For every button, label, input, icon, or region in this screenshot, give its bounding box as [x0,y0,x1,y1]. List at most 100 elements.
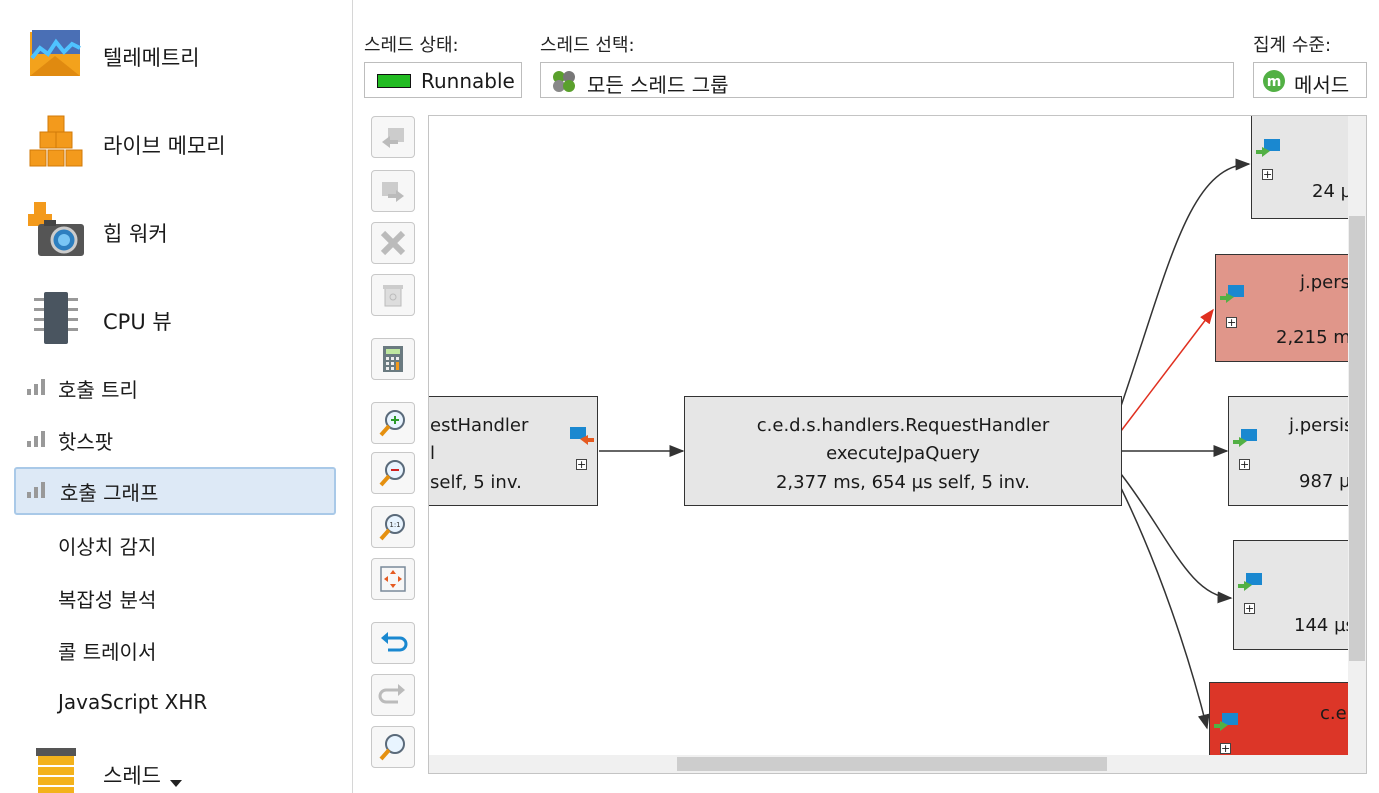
graph-node-callee-4[interactable]: + 144 µs [1233,540,1366,650]
graph-edge [1120,487,1210,730]
runnable-color-icon [377,74,411,88]
sidebar-item-label: 콜 트레이서 [58,640,157,664]
expand-node-button[interactable]: + [1226,317,1237,328]
redo-button[interactable] [371,674,415,716]
horizontal-scrollbar[interactable] [429,755,1348,773]
sidebar-item-telemetry[interactable]: 텔레메트리 [0,14,352,94]
expand-node-button[interactable]: + [576,459,587,470]
sidebar-item-label: 핫스팟 [58,430,114,454]
zoom-out-icon [379,460,405,487]
bar-chart-icon [27,431,45,447]
sidebar-item-label: 호출 트리 [58,378,138,402]
node-method-name: executeJpaQuery [826,443,980,464]
trash-icon [383,285,403,307]
call-graph-canvas[interactable]: estHandler l self, 5 inv. + c.e.d.s.hand… [428,115,1367,774]
sidebar-item-javascript-xhr[interactable]: JavaScript XHR [14,680,336,724]
sidebar-item-label: 호출 그래프 [60,481,159,505]
incoming-calls-icon [1214,713,1238,731]
back-button[interactable] [371,116,415,158]
telemetry-icon [30,30,81,76]
remove-button[interactable] [371,222,415,264]
undo-button[interactable] [371,622,415,664]
thread-state-value: Runnable [421,69,515,93]
caret-down-icon[interactable] [170,780,182,788]
forward-icon [382,182,404,202]
sidebar-item-label: 라이브 메모리 [103,134,226,158]
expand-node-button[interactable]: + [1239,459,1250,470]
sidebar-item-label: 이상치 감지 [58,535,157,559]
sidebar-item-live-memory[interactable]: 라이브 메모리 [0,102,352,182]
sidebar-item-heap-walker[interactable]: 힙 워커 [0,190,352,270]
thread-select-combo[interactable]: 모든 스레드 그룹 [540,62,1234,98]
expand-node-button[interactable]: + [1220,743,1231,754]
find-button[interactable] [371,726,415,768]
bar-chart-icon [27,482,45,498]
node-class-name: c.e.d.s.handlers.RequestHandler [756,415,1050,436]
aggregation-level-value: 메서드 [1294,73,1350,97]
graph-node-caller[interactable]: estHandler l self, 5 inv. + [429,396,598,506]
sidebar-item-label: 텔레메트리 [103,46,200,70]
threads-icon [36,748,76,793]
cpu-view-icon [34,292,78,344]
graph-node-execute-jpa-query[interactable]: c.e.d.s.handlers.RequestHandler executeJ… [684,396,1122,506]
zoom-100-button[interactable]: 1:1 [371,506,415,548]
sidebar-item-label: 힙 워커 [103,222,168,246]
aggregation-level-select[interactable]: m 메서드 [1253,62,1367,98]
svg-text:m: m [1267,74,1282,90]
incoming-calls-icon [1238,573,1262,591]
sidebar-item-label: 복잡성 분석 [58,588,157,612]
close-icon [380,230,406,256]
sidebar-item-cpu-view[interactable]: CPU 뷰 [0,278,352,358]
outgoing-calls-icon [570,427,594,445]
graph-node-callee-3[interactable]: j.persis + 987 µ [1228,396,1366,506]
sidebar-item-label: JavaScript XHR [58,690,208,714]
svg-text:1:1: 1:1 [389,521,400,529]
thread-select-value: 모든 스레드 그룹 [587,73,729,97]
zoom-in-button[interactable] [371,402,415,444]
expand-node-button[interactable]: + [1262,169,1273,180]
bar-chart-icon [27,379,45,395]
redo-icon [378,684,405,704]
thread-group-icon [553,71,575,92]
zoom-out-button[interactable] [371,452,415,494]
aggregation-label: 집계 수준: [1253,35,1332,56]
fit-content-button[interactable] [371,558,415,600]
incoming-calls-icon [1256,139,1280,157]
method-icon: m [1263,70,1285,92]
sidebar-item-call-tree[interactable]: 호출 트리 [14,364,336,408]
expand-node-button[interactable]: + [1244,603,1255,614]
sidebar-item-label: CPU 뷰 [103,310,172,334]
graph-edge [1120,473,1233,604]
sidebar-item-hotspots[interactable]: 핫스팟 [14,416,336,460]
heap-walker-icon [28,202,84,256]
thread-select-label: 스레드 선택: [540,35,635,56]
thread-state-select[interactable]: Runnable [364,62,522,98]
sidebar-item-outlier-detection[interactable]: 이상치 감지 [14,521,336,565]
search-icon [379,734,405,761]
zoom-in-icon [379,410,405,437]
incoming-calls-icon [1233,429,1257,447]
forward-button[interactable] [371,170,415,212]
sidebar-item-threads[interactable]: 스레드 [0,740,352,793]
calculator-icon [383,346,403,372]
delete-button[interactable] [371,274,415,316]
sidebar: 텔레메트리 라이브 메모리 힙 워커 CPU 뷰 호출 트리 핫스팟 호출 그래… [0,0,353,793]
back-icon [382,128,404,148]
sidebar-item-call-tracer[interactable]: 콜 트레이서 [14,626,336,670]
sidebar-item-call-graph[interactable]: 호출 그래프 [14,467,336,515]
scrollbar-thumb[interactable] [677,757,1107,771]
scrollbar-thumb[interactable] [1349,216,1365,661]
sidebar-item-complexity-analysis[interactable]: 복잡성 분석 [14,574,336,618]
graph-edge-hot [1120,308,1214,432]
node-timing: 2,377 ms, 654 µs self, 5 inv. [775,472,1031,493]
fit-to-screen-icon [380,566,406,592]
zoom-actual-size-icon: 1:1 [379,514,405,541]
incoming-calls-icon [1220,285,1244,303]
calculator-button[interactable] [371,338,415,380]
node-timing: self, 5 inv. [430,472,522,493]
live-memory-icon [29,115,83,167]
thread-state-label: 스레드 상태: [364,35,459,56]
sidebar-item-label: 스레드 [103,764,161,788]
vertical-scrollbar[interactable] [1348,116,1366,773]
graph-node-callee-2[interactable]: j.pers + 2,215 m [1215,254,1366,362]
